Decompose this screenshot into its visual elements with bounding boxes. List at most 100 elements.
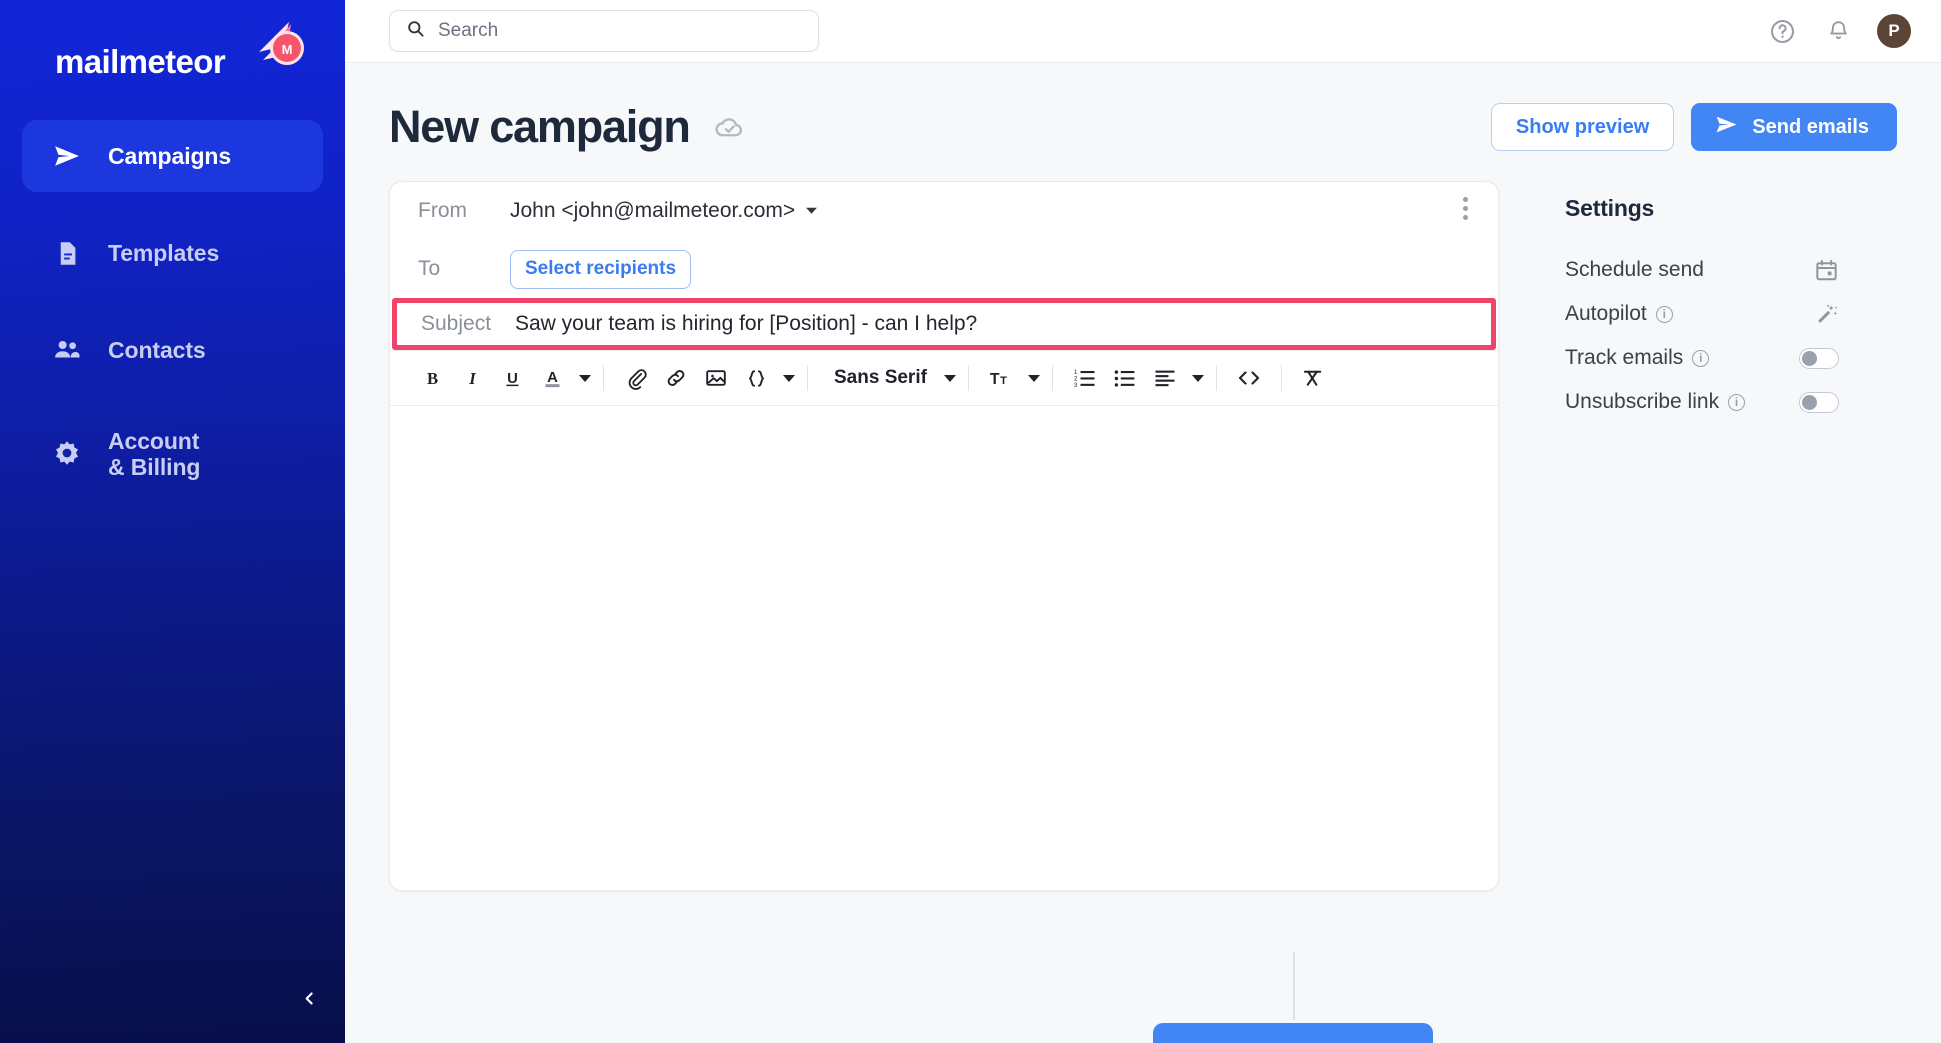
bold-button[interactable]: B <box>412 358 452 398</box>
toolbar-divider <box>1051 365 1053 391</box>
text-color-button[interactable]: A <box>532 358 572 398</box>
subject-row[interactable]: Subject Saw your team is hiring for [Pos… <box>392 298 1496 350</box>
clear-formatting-button[interactable] <box>1294 358 1334 398</box>
meteor-icon: M <box>229 14 309 86</box>
align-left-button[interactable] <box>1145 358 1185 398</box>
font-size-caret-icon[interactable] <box>1027 374 1040 382</box>
settings-title: Settings <box>1565 195 1655 221</box>
toolbar-divider <box>967 365 969 391</box>
sidebar-item-templates[interactable]: Templates <box>22 217 323 289</box>
underline-button[interactable]: U <box>492 358 532 398</box>
info-icon[interactable]: i <box>1728 393 1746 411</box>
brand-name: mailmeteor <box>55 43 226 80</box>
align-caret-icon[interactable] <box>1191 374 1204 382</box>
bulleted-list-button[interactable] <box>1105 358 1145 398</box>
unsubscribe-link-toggle[interactable] <box>1799 391 1839 413</box>
composer-card: From John <john@mailmeteor.com> To Selec… <box>389 181 1499 891</box>
sidebar-item-account-billing[interactable]: Account & Billing <box>22 411 323 497</box>
attach-button[interactable] <box>616 358 656 398</box>
svg-text:M: M <box>282 42 293 57</box>
page-header: New campaign Show preview Send emails <box>345 63 1941 153</box>
help-circle-icon[interactable] <box>1765 14 1799 48</box>
setting-unsubscribe-link[interactable]: Unsubscribe link i <box>1565 380 1897 424</box>
search-icon <box>406 19 425 43</box>
bell-icon[interactable] <box>1821 14 1855 48</box>
from-select[interactable]: John <john@mailmeteor.com> <box>510 199 818 223</box>
search-placeholder: Search <box>438 20 499 41</box>
add-followup-button[interactable] <box>1153 1023 1433 1043</box>
main-area: Search P New campaign Show preview Send … <box>345 0 1941 1043</box>
sidebar-item-label: Account <box>108 427 200 454</box>
select-recipients-button[interactable]: Select recipients <box>510 249 692 289</box>
svg-text:T: T <box>1000 375 1007 387</box>
setting-schedule-send[interactable]: Schedule send <box>1565 248 1897 292</box>
track-emails-toggle[interactable] <box>1799 347 1839 369</box>
svg-text:I: I <box>468 368 476 387</box>
setting-label: Autopilot <box>1565 302 1647 325</box>
toolbar-divider <box>603 365 604 391</box>
brand-logo[interactable]: mailmeteor M <box>0 0 345 86</box>
document-icon <box>52 238 82 268</box>
font-family-caret-icon[interactable] <box>943 374 956 382</box>
magic-wand-icon[interactable] <box>1814 302 1839 327</box>
settings-panel: Settings Schedule send Autopilot i Track… <box>1499 181 1897 891</box>
header-actions: Show preview Send emails <box>1490 103 1897 151</box>
sidebar: mailmeteor M Campaigns Templates Contact… <box>0 0 345 1043</box>
font-size-button[interactable]: TT <box>981 358 1021 398</box>
toolbar-divider <box>807 365 808 391</box>
people-icon <box>52 335 82 365</box>
toolbar-divider <box>1280 365 1282 391</box>
chevron-left-icon <box>301 990 318 1012</box>
from-value: John <john@mailmeteor.com> <box>510 199 796 222</box>
topbar: Search P <box>345 0 1941 63</box>
content-row: From John <john@mailmeteor.com> To Selec… <box>345 153 1941 891</box>
caret-down-icon <box>805 199 818 223</box>
merge-tag-caret-icon[interactable] <box>783 374 795 382</box>
sidebar-item-contacts[interactable]: Contacts <box>22 314 323 386</box>
info-icon[interactable]: i <box>1692 349 1710 367</box>
setting-track-emails[interactable]: Track emails i <box>1565 336 1897 380</box>
subject-label: Subject <box>421 312 492 335</box>
email-body-editor[interactable] <box>390 406 1498 890</box>
gear-icon <box>52 439 82 469</box>
setting-autopilot[interactable]: Autopilot i <box>1565 292 1897 336</box>
svg-text:B: B <box>426 368 437 387</box>
from-row: From John <john@mailmeteor.com> <box>390 182 1498 240</box>
sidebar-item-label-secondary: & Billing <box>108 454 201 480</box>
svg-text:1: 1 <box>1074 370 1078 376</box>
sidebar-item-campaigns[interactable]: Campaigns <box>22 120 323 192</box>
italic-button[interactable]: I <box>452 358 492 398</box>
code-button[interactable] <box>1229 358 1269 398</box>
subject-input[interactable]: Saw your team is hiring for [Position] -… <box>515 312 977 336</box>
image-button[interactable] <box>696 358 736 398</box>
cloud-check-icon <box>714 112 745 143</box>
to-label: To <box>418 257 441 280</box>
to-row: To Select recipients <box>390 240 1498 298</box>
merge-tag-button[interactable] <box>736 358 776 398</box>
setting-label: Schedule send <box>1565 258 1704 281</box>
toolbar-divider <box>1215 365 1217 391</box>
svg-text:U: U <box>507 370 518 386</box>
info-icon[interactable]: i <box>1655 305 1673 323</box>
link-button[interactable] <box>656 358 696 398</box>
search-input[interactable]: Search <box>389 10 819 52</box>
sidebar-collapse-button[interactable] <box>292 984 326 1018</box>
topbar-actions: P <box>1765 14 1911 48</box>
kebab-menu-icon[interactable] <box>1463 197 1468 220</box>
calendar-icon[interactable] <box>1814 258 1839 283</box>
send-emails-button[interactable]: Send emails <box>1691 103 1897 151</box>
text-color-caret-icon[interactable] <box>579 374 591 382</box>
sidebar-item-label: Templates <box>108 239 220 266</box>
svg-text:3: 3 <box>1074 383 1078 389</box>
font-family-select[interactable]: Sans Serif <box>820 367 937 389</box>
page-title: New campaign <box>389 101 691 152</box>
svg-text:A: A <box>547 370 558 386</box>
avatar[interactable]: P <box>1877 14 1911 48</box>
from-label: From <box>418 199 467 222</box>
show-preview-button[interactable]: Show preview <box>1490 103 1675 151</box>
numbered-list-button[interactable]: 123 <box>1065 358 1105 398</box>
svg-text:2: 2 <box>1074 376 1078 382</box>
setting-label: Unsubscribe link <box>1565 390 1720 413</box>
send-icon <box>52 141 82 171</box>
setting-label: Track emails <box>1565 346 1684 369</box>
